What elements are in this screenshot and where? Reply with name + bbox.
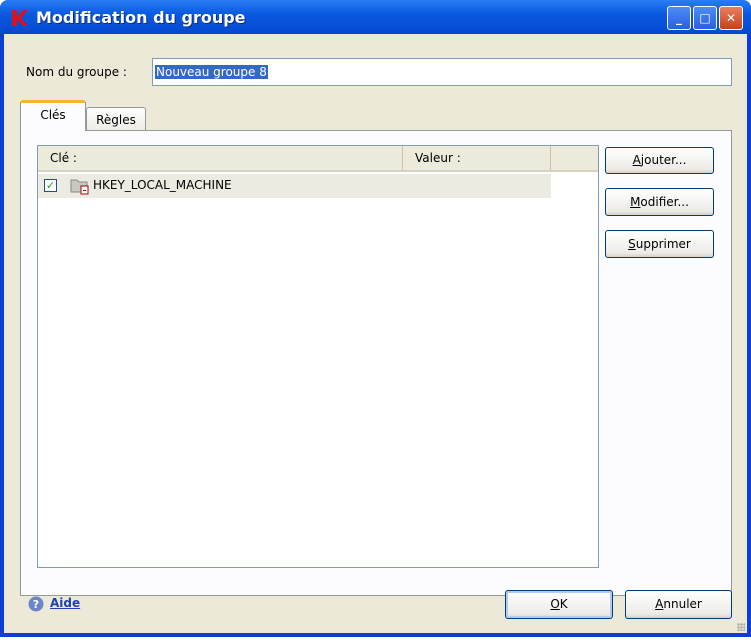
label: upprimer — [635, 237, 691, 251]
svg-text:?: ? — [33, 598, 39, 611]
maximize-button[interactable]: □ — [693, 6, 717, 30]
group-name-input[interactable]: Nouveau groupe 8 — [152, 58, 732, 86]
tab-label: Règles — [96, 113, 136, 127]
accel: A — [632, 153, 641, 167]
dialog-window: Modification du groupe _ □ ✕ Nom du grou… — [0, 0, 751, 637]
ok-button[interactable]: OK — [505, 590, 613, 619]
help-link[interactable]: Aide — [50, 596, 80, 610]
tab-panel: Clé : Valeur : ✓ HKEY_LOCAL_MACHINE Ajou… — [20, 130, 732, 596]
tab-label: Clés — [40, 108, 66, 122]
cancel-button[interactable]: Annuler — [625, 590, 732, 619]
label: jouter... — [640, 153, 687, 167]
window-title: Modification du groupe — [36, 8, 246, 27]
resize-grip[interactable] — [737, 623, 745, 631]
registry-folder-icon — [70, 179, 89, 195]
row-key: HKEY_LOCAL_MACHINE — [93, 178, 232, 192]
group-name-label: Nom du groupe : — [26, 65, 127, 79]
tab-regles[interactable]: Règles — [86, 107, 146, 131]
modify-button[interactable]: Modifier... — [605, 188, 714, 216]
minimize-button[interactable]: _ — [667, 6, 691, 30]
list-row[interactable]: ✓ HKEY_LOCAL_MACHINE — [38, 174, 551, 198]
column-header-value[interactable]: Valeur : — [403, 146, 551, 170]
accel: S — [628, 237, 636, 251]
delete-button[interactable]: Supprimer — [605, 230, 714, 258]
accel: M — [630, 195, 641, 209]
dialog-body: Nom du groupe : Nouveau groupe 8 Clés Rè… — [4, 34, 747, 633]
column-header-key[interactable]: Clé : — [38, 146, 403, 170]
label: nnuler — [663, 597, 702, 611]
label: odifier... — [640, 195, 689, 209]
list-header: Clé : Valeur : — [38, 146, 598, 172]
close-button[interactable]: ✕ — [719, 6, 743, 30]
tab-cles[interactable]: Clés — [20, 100, 86, 131]
kaspersky-logo-icon — [12, 10, 28, 26]
add-button[interactable]: Ajouter... — [605, 147, 714, 174]
title-bar[interactable]: Modification du groupe _ □ ✕ — [0, 0, 751, 34]
row-checkbox[interactable]: ✓ — [44, 179, 57, 192]
group-name-value: Nouveau groupe 8 — [155, 65, 268, 79]
accel: O — [550, 597, 560, 611]
label: K — [559, 597, 568, 611]
keys-list[interactable]: Clé : Valeur : ✓ HKEY_LOCAL_MACHINE — [37, 145, 599, 568]
help-icon: ? — [28, 596, 44, 612]
